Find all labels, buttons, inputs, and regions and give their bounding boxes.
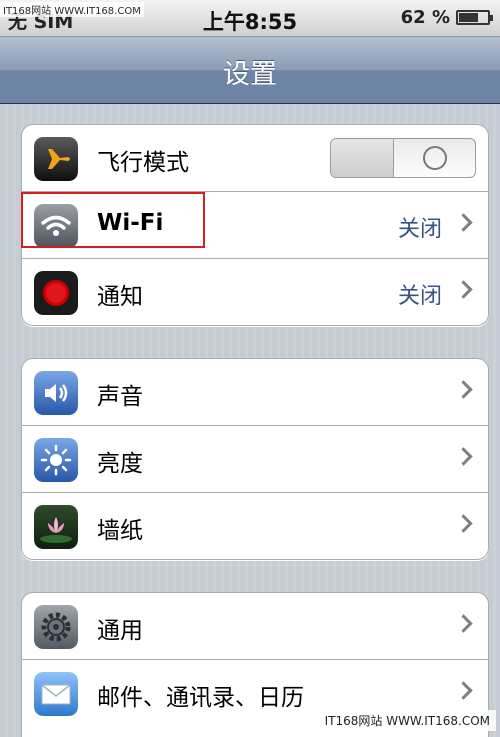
- page-title: 设置: [223, 59, 277, 90]
- brightness-label: 亮度: [97, 451, 143, 477]
- battery-percent: 62 %: [400, 7, 450, 28]
- airplane-mode-label: 飞行模式: [97, 150, 189, 176]
- settings-list: 飞行模式 Wi-Fi 关闭 通知 关闭 声音 亮度 墙纸 通用 邮件、通讯录、日…: [0, 104, 500, 737]
- chevron-right-icon: [454, 614, 473, 633]
- chevron-right-icon: [454, 447, 473, 466]
- chevron-right-icon: [454, 213, 473, 232]
- airplane-mode-toggle[interactable]: [330, 138, 476, 178]
- notifications-icon: [34, 271, 78, 315]
- settings-row-wallpaper[interactable]: 墙纸: [22, 493, 488, 559]
- sound-label: 声音: [97, 384, 143, 410]
- battery-icon: [456, 10, 493, 25]
- navigation-bar: 设置: [0, 37, 500, 104]
- settings-row-notifications[interactable]: 通知 关闭: [22, 259, 488, 325]
- general-label: 通用: [97, 618, 143, 644]
- wifi-label: Wi-Fi: [97, 210, 164, 236]
- settings-row-sound[interactable]: 声音: [22, 359, 488, 426]
- settings-row-brightness[interactable]: 亮度: [22, 426, 488, 493]
- chevron-right-icon: [454, 681, 473, 700]
- chevron-right-icon: [454, 280, 473, 299]
- settings-group-connectivity: 飞行模式 Wi-Fi 关闭 通知 关闭: [21, 124, 489, 326]
- settings-row-wifi[interactable]: Wi-Fi 关闭: [22, 192, 488, 259]
- settings-screen: 无 SIM IT168网站 WWW.IT168.COM 上午8:55 62 % …: [0, 0, 500, 737]
- status-bar: 无 SIM IT168网站 WWW.IT168.COM 上午8:55 62 %: [0, 0, 500, 37]
- wifi-status-value: 关闭: [397, 217, 442, 242]
- site-watermark: IT168网站 WWW.IT168.COM: [318, 710, 496, 731]
- toggle-knob: [331, 139, 394, 177]
- chevron-right-icon: [454, 514, 473, 533]
- mail-contacts-calendars-label: 邮件、通讯录、日历: [97, 685, 304, 711]
- wifi-icon: [34, 204, 78, 248]
- airplane-icon: [34, 137, 78, 181]
- battery-status: 62 %: [400, 7, 493, 28]
- brightness-icon: [34, 438, 78, 482]
- notifications-status-value: 关闭: [397, 284, 442, 309]
- settings-group-display: 声音 亮度 墙纸: [21, 358, 489, 560]
- toggle-off-indicator: [423, 146, 447, 170]
- notifications-label: 通知: [97, 284, 143, 310]
- general-icon: [34, 605, 78, 649]
- settings-row-airplane-mode[interactable]: 飞行模式: [22, 125, 488, 192]
- wallpaper-icon: [34, 505, 78, 549]
- sound-icon: [34, 371, 78, 415]
- settings-row-general[interactable]: 通用: [22, 593, 488, 660]
- mail-icon: [34, 672, 78, 716]
- chevron-right-icon: [454, 380, 473, 399]
- wallpaper-label: 墙纸: [97, 518, 143, 544]
